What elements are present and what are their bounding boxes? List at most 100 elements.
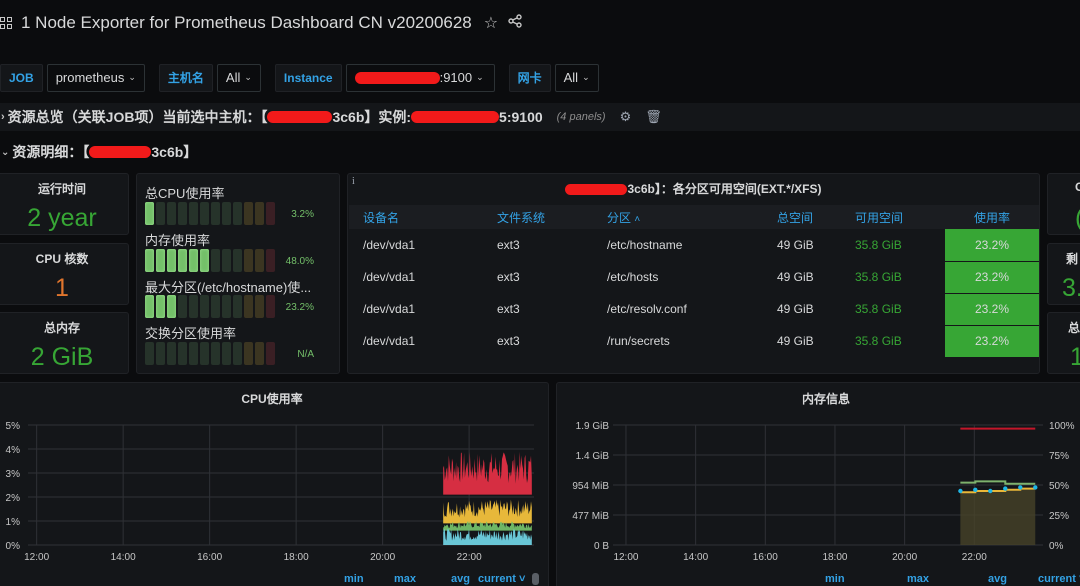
y2-tick-label: 75% <box>1049 451 1069 462</box>
cpu-usage-graph-panel[interactable]: CPU使用率 0% 1% 2% 3% 4% 5% 12:00 14:00 16:00 18:00 2… <box>0 382 549 586</box>
bargauge-value: 48.0% <box>285 256 314 267</box>
y2-tick-label: 25% <box>1049 511 1069 522</box>
data-point <box>958 488 963 494</box>
var-label-hostname: 主机名 <box>158 63 213 92</box>
row-overview[interactable]: › 资源总览（关联JOB项）当前选中主机：【 3c6b】实例: 5:9100 (… <box>0 103 1080 131</box>
stat-panel-right-1[interactable]: C ( <box>1047 173 1080 235</box>
var-select-nic[interactable]: All ⌄ <box>554 63 599 92</box>
data-point <box>973 487 978 492</box>
chevron-down-icon: ⌄ <box>128 72 136 82</box>
legend-header-max[interactable]: max <box>907 573 929 586</box>
bargauge-cell <box>211 249 220 272</box>
y-tick-label: 477 MiB <box>572 511 609 522</box>
device-cell: /dev/vda1 <box>363 302 416 316</box>
legend-header-avg[interactable]: avg <box>988 573 1007 586</box>
total-size-cell: 49 GiB <box>777 334 814 348</box>
x-tick-label: 18:00 <box>822 552 847 563</box>
mountpoint-cell: /etc/hosts <box>607 270 659 284</box>
device-cell: /dev/vda1 <box>363 334 416 348</box>
legend-header-max[interactable]: max <box>394 573 416 586</box>
bargauge-cell <box>233 249 242 272</box>
column-header-sorted[interactable]: 分区 ˄ <box>607 205 777 229</box>
legend-header-current[interactable]: current ˅ <box>1038 573 1080 586</box>
x-tick-label: 18:00 <box>284 552 309 563</box>
star-icon[interactable]: ☆ <box>484 13 498 33</box>
y-tick-label: 954 MiB <box>572 481 609 492</box>
stat-title: 总内存 <box>43 321 80 335</box>
bargauge-cell <box>167 295 176 318</box>
row-overview-host: 3c6b】实例: <box>332 109 412 125</box>
table-row[interactable]: /dev/vda1 ext3/etc/resolv.conf 49 GiB 35.8 … <box>349 293 1039 326</box>
var-select-job[interactable]: prometheus ⌄ <box>46 63 145 92</box>
stat-value: 2 year <box>27 204 97 232</box>
series-green <box>960 480 1036 485</box>
fstype-cell: ext3 <box>497 238 520 252</box>
row-panel-count: (4 panels) <box>556 111 606 123</box>
bargauge-cell <box>255 295 264 318</box>
usage-cell: 23.2% <box>945 261 1039 294</box>
table-row[interactable]: /dev/vda1 ext3/etc/hosts 49 GiB 35.8 GiB 23.… <box>349 261 1039 294</box>
x-tick-label: 20:00 <box>370 552 395 563</box>
stat-panel-uptime[interactable]: 运行时间 2 year <box>0 173 129 235</box>
bargauge-cell <box>167 249 176 272</box>
mountpoint-cell: /etc/resolv.conf <box>607 302 687 316</box>
row-overview-instance: 5:9100 <box>499 109 543 125</box>
legend-header-min[interactable]: min <box>825 573 845 586</box>
bargauge-panel[interactable]: 总CPU使用率 3.2% 内存使用率 48.0% 最大分区(/etc/hostn… <box>136 173 340 374</box>
legend-header-avg[interactable]: avg <box>451 573 470 586</box>
bargauge-cell <box>145 202 154 225</box>
column-header[interactable]: 设备名 <box>349 205 497 229</box>
bargauge-cell <box>255 342 264 365</box>
bargauge-partition <box>145 295 275 318</box>
column-header[interactable]: 文件系统 <box>497 205 607 229</box>
trash-icon[interactable]: 🗑 <box>645 109 662 125</box>
bargauge-cell <box>145 295 154 318</box>
stat-panel-right-2[interactable]: 剩 3. <box>1047 243 1080 305</box>
y-tick-label: 1.4 GiB <box>576 451 610 462</box>
bargauge-cell <box>233 295 242 318</box>
x-tick-label: 16:00 <box>197 552 222 563</box>
y-tick-label: 1.9 GiB <box>576 421 610 432</box>
stat-panel-right-3[interactable]: 总 1 <box>1047 312 1080 374</box>
legend-scrollbar[interactable] <box>532 573 539 585</box>
stat-panel-total-memory[interactable]: 总内存 2 GiB <box>0 312 129 374</box>
available-cell: 35.8 GiB <box>855 270 902 284</box>
memory-info-chart: 0 B 477 MiB 954 MiB 1.4 GiB 1.9 GiB 0% 25% 50% 7… <box>572 421 1075 563</box>
row-detail-prefix: 资源明细：【 <box>12 144 90 160</box>
chevron-down-icon: ⌄ <box>244 72 252 82</box>
bargauge-cell <box>178 295 187 318</box>
total-size-cell: 49 GiB <box>777 270 814 284</box>
column-header[interactable]: 总空间 <box>777 205 855 229</box>
filesystem-table-panel[interactable]: i 3c6b】：各分区可用空间(EXT.*/XFS) 设备名 文件系统 分区 ˄… <box>347 173 1040 374</box>
redaction-mark <box>354 71 440 84</box>
var-select-hostname[interactable]: All ⌄ <box>216 63 261 92</box>
table-row[interactable]: /dev/vda1 ext3/run/secrets 49 GiB 35.8 GiB 2… <box>349 325 1039 358</box>
row-detail[interactable]: ⌄ 资源明细：【 3c6b】 <box>0 138 197 166</box>
bargauge-title: 总CPU使用率 <box>145 186 225 201</box>
var-select-instance[interactable]: :9100 ⌄ <box>345 63 495 92</box>
y2-tick-label: 0% <box>1049 541 1064 552</box>
stat-panel-cpu-cores[interactable]: CPU 核数 1 <box>0 243 129 305</box>
table-row[interactable]: /dev/vda1 ext3/etc/hostname 49 GiB 35.8 GiB… <box>349 229 1039 262</box>
stat-value: 2 GiB <box>30 343 94 371</box>
column-header[interactable]: 可用空间 <box>855 205 945 229</box>
bargauge-cell <box>222 295 231 318</box>
bargauge-cell <box>222 249 231 272</box>
memory-info-graph-panel[interactable]: 内存信息 0 B 477 MiB 954 MiB 1.4 GiB 1.9 GiB 0% 25… <box>556 382 1080 586</box>
device-cell: /dev/vda1 <box>363 270 416 284</box>
dashboard-grid-icon[interactable] <box>0 17 12 29</box>
legend-header-current[interactable]: current ˅ <box>478 573 525 586</box>
total-size-cell: 49 GiB <box>777 302 814 316</box>
dashboard-title[interactable]: 1 Node Exporter for Prometheus Dashboard… <box>21 13 472 33</box>
y2-tick-label: 100% <box>1049 421 1075 432</box>
share-icon[interactable] <box>508 13 522 33</box>
legend-header-min[interactable]: min <box>344 573 364 586</box>
bargauge-cell <box>156 295 165 318</box>
column-header[interactable]: 使用率 <box>945 205 1039 229</box>
gear-icon[interactable]: ⚙ <box>620 109 632 125</box>
y-tick-label: 0% <box>6 541 21 552</box>
redaction-mark <box>411 111 500 123</box>
bargauge-cell <box>222 342 231 365</box>
chevron-right-icon: › <box>1 111 5 123</box>
bargauge-cell <box>266 249 275 272</box>
